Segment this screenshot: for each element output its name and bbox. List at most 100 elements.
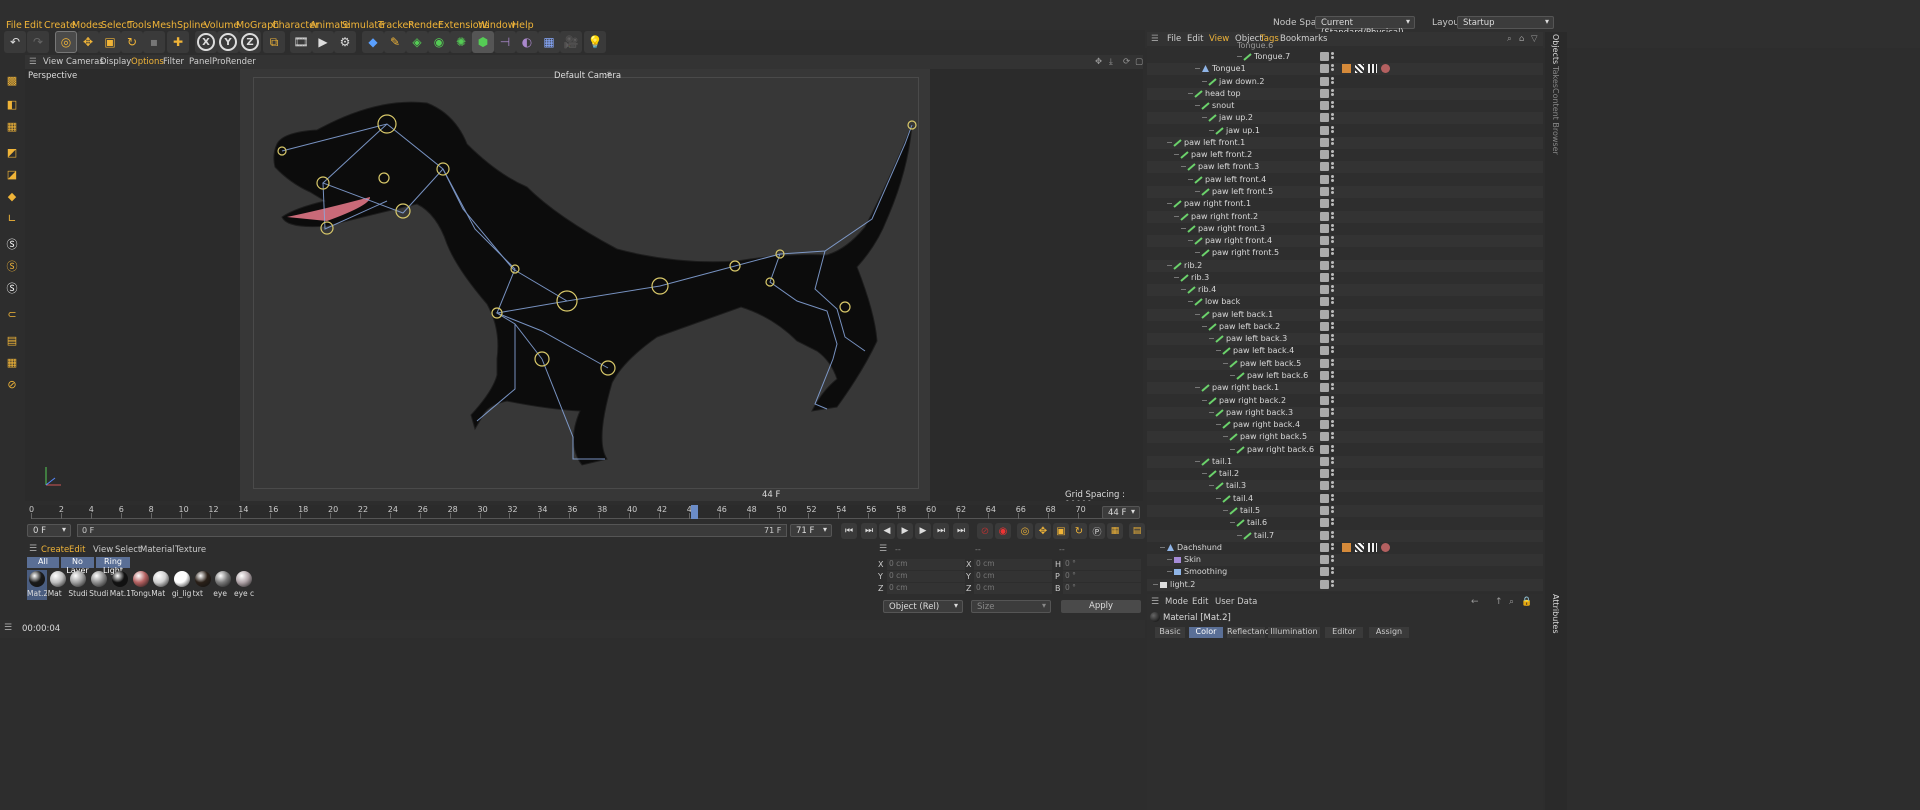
object-row[interactable]: head top xyxy=(1147,87,1543,100)
cloner-icon[interactable]: ✺ xyxy=(450,31,472,53)
object-row[interactable]: paw right back.3 xyxy=(1147,406,1543,419)
render-dots-icon[interactable] xyxy=(1331,76,1334,86)
viewport-menu-prorender[interactable]: ProRender xyxy=(212,57,256,67)
visibility-check-icon[interactable] xyxy=(1320,432,1329,442)
search-icon[interactable]: ⌕ xyxy=(1507,34,1512,44)
object-row[interactable]: paw left back.4 xyxy=(1147,345,1543,357)
material-item[interactable]: Studi xyxy=(68,570,88,600)
texture-mode-icon[interactable]: ▦ xyxy=(2,116,22,136)
material-item[interactable]: eye xyxy=(213,570,233,600)
visibility-check-icon[interactable] xyxy=(1320,297,1329,307)
render-dots-icon[interactable] xyxy=(1331,358,1334,368)
deformer-icon[interactable]: ⊣ xyxy=(494,31,516,53)
attr-tab-basic[interactable]: Basic xyxy=(1155,627,1185,638)
object-row[interactable]: paw left front.2 xyxy=(1147,149,1543,161)
object-row[interactable]: Skin xyxy=(1147,554,1543,567)
visibility-check-icon[interactable] xyxy=(1320,542,1329,552)
render-dots-icon[interactable] xyxy=(1331,186,1334,196)
timeline-ruler[interactable]: 0 2 4 6 8 10 12 14 16 18 20 22 24 26 28 30 32 34 36 38 40 42 4… xyxy=(29,505,1121,519)
material-menu-material[interactable]: Material xyxy=(140,545,175,555)
coord-rotation-field[interactable]: 0 ° xyxy=(1063,571,1141,582)
visibility-check-icon[interactable] xyxy=(1320,76,1329,86)
navigate-icon[interactable]: ✥ xyxy=(1095,57,1102,67)
render-dots-icon[interactable] xyxy=(1331,64,1334,73)
material-item[interactable]: Studi xyxy=(89,570,109,600)
visibility-check-icon[interactable] xyxy=(1320,272,1329,282)
material-menu-edit[interactable]: Edit xyxy=(69,545,85,555)
coord-position-field[interactable]: 0 cm xyxy=(887,559,965,570)
object-row[interactable]: paw right back.4 xyxy=(1147,419,1543,431)
object-row[interactable]: paw right back.1 xyxy=(1147,382,1543,395)
visibility-check-icon[interactable] xyxy=(1320,505,1329,515)
edges-mode-icon[interactable]: ◪ xyxy=(2,164,22,184)
playhead[interactable] xyxy=(691,505,698,519)
side-tab-content-browser[interactable]: Content Browser xyxy=(1551,88,1560,155)
go-to-end-icon[interactable]: ⏭ xyxy=(953,523,969,539)
status-menu-icon[interactable]: ☰ xyxy=(4,623,12,633)
material-item[interactable]: Mat.2 xyxy=(27,570,47,600)
visibility-check-icon[interactable] xyxy=(1320,186,1329,196)
object-menu-file[interactable]: File xyxy=(1167,34,1181,44)
visibility-check-icon[interactable] xyxy=(1320,64,1329,74)
object-row[interactable]: paw left front.4 xyxy=(1147,174,1543,186)
object-row[interactable]: tail.3 xyxy=(1147,480,1543,493)
coord-size-field[interactable]: 0 cm xyxy=(974,559,1052,570)
visibility-check-icon[interactable] xyxy=(1320,383,1329,393)
object-row[interactable]: tail.5 xyxy=(1147,504,1543,517)
next-frame-icon[interactable]: ▶ xyxy=(915,523,931,539)
render-dots-icon[interactable] xyxy=(1331,113,1334,122)
pen-icon[interactable]: ✎ xyxy=(384,31,406,53)
material-item[interactable]: Mat.1 xyxy=(110,570,130,600)
tweak-icon[interactable]: ⊂ xyxy=(2,304,22,324)
material-menu-view[interactable]: View xyxy=(93,545,113,555)
visibility-check-icon[interactable] xyxy=(1320,285,1329,295)
material-item[interactable]: Mat xyxy=(151,570,171,600)
visibility-check-icon[interactable] xyxy=(1320,334,1329,344)
filter-icon[interactable]: ▽ xyxy=(1531,34,1538,44)
key-rotation-icon[interactable]: ↻ xyxy=(1071,523,1087,539)
visibility-check-icon[interactable] xyxy=(1320,162,1329,172)
object-menu-bookmarks[interactable]: Bookmarks xyxy=(1280,34,1328,44)
light-icon[interactable]: 💡 xyxy=(584,31,606,53)
rotate-view-icon[interactable]: ⟳ xyxy=(1123,57,1130,67)
object-row[interactable]: low back xyxy=(1147,296,1543,308)
object-row[interactable]: paw left back.3 xyxy=(1147,333,1543,346)
render-dots-icon[interactable] xyxy=(1331,101,1334,110)
floor-icon[interactable]: ▦ xyxy=(538,31,560,53)
side-tab-attributes[interactable]: Attributes xyxy=(1551,594,1560,634)
visibility-check-icon[interactable] xyxy=(1320,530,1329,540)
start-frame-field[interactable]: 0 F xyxy=(27,524,71,537)
visibility-check-icon[interactable] xyxy=(1320,371,1329,381)
add-icon[interactable]: ✚ xyxy=(167,31,189,53)
viewport[interactable]: Perspective Default Camera :* 44 F Grid xyxy=(25,69,1143,501)
material-menu-create[interactable]: Create xyxy=(41,545,69,555)
make-editable-icon[interactable]: ▩ xyxy=(2,70,22,90)
next-key-icon[interactable]: ⏭ xyxy=(933,523,949,539)
coord-position-field[interactable]: 0 cm xyxy=(887,583,965,594)
viewport-menu-icon[interactable]: ☰ xyxy=(29,57,37,67)
object-row[interactable]: paw right back.5 xyxy=(1147,431,1543,444)
visibility-check-icon[interactable] xyxy=(1320,137,1329,147)
camera-icon[interactable]: 🎥 xyxy=(560,31,582,53)
viewport-menu-display[interactable]: Display xyxy=(100,57,131,67)
axis-mode-icon[interactable]: ∟ xyxy=(2,208,22,228)
coord-position-field[interactable]: 0 cm xyxy=(887,571,965,582)
attr-tab-color[interactable]: Color xyxy=(1189,627,1223,638)
viewport-menu-options[interactable]: Options xyxy=(131,57,164,67)
lock-workplane-icon[interactable]: ⊘ xyxy=(2,374,22,394)
visibility-check-icon[interactable] xyxy=(1320,174,1329,184)
axis-z-button[interactable]: Z xyxy=(239,31,261,53)
material-filter-all[interactable]: All xyxy=(27,557,59,568)
object-row[interactable]: paw left back.1 xyxy=(1147,308,1543,321)
end-field[interactable]: 71 F xyxy=(790,524,832,537)
visibility-check-icon[interactable] xyxy=(1320,150,1329,160)
render-dots-icon[interactable] xyxy=(1331,456,1334,466)
pan-icon[interactable]: ⤓ xyxy=(1109,57,1113,67)
visibility-check-icon[interactable] xyxy=(1320,52,1329,61)
visibility-check-icon[interactable] xyxy=(1320,567,1329,577)
render-dots-icon[interactable] xyxy=(1331,579,1334,589)
render-dots-icon[interactable] xyxy=(1331,297,1334,306)
object-row[interactable]: paw right front.4 xyxy=(1147,235,1543,248)
object-row[interactable]: paw right back.6 xyxy=(1147,444,1543,456)
render-dots-icon[interactable] xyxy=(1331,567,1334,576)
